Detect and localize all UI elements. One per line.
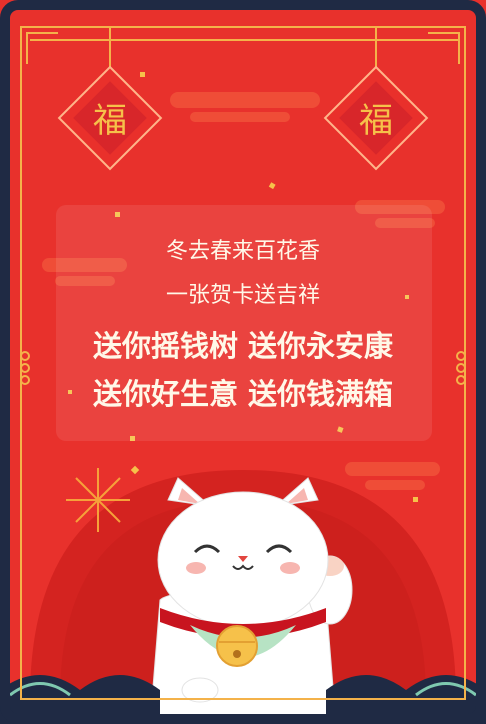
greeting-line-4: 送你好生意 送你钱满箱 <box>92 377 394 411</box>
greeting-line-1: 冬去春来百花香 <box>165 239 320 264</box>
corner-ornament-right <box>428 32 460 64</box>
fu-char-right: 福 <box>359 101 393 141</box>
fu-char-left: 福 <box>93 101 127 141</box>
greeting-card: 福 福 冬去春来百花香 一张贺卡送吉祥 送你摇钱树 送你永安康 送你好生意 送你… <box>0 0 486 724</box>
corner-ornament-left <box>26 32 58 64</box>
greeting-line-3: 送你摇钱树 送你永安康 <box>92 329 394 363</box>
greeting-line-2: 一张贺卡送吉祥 <box>165 283 320 308</box>
